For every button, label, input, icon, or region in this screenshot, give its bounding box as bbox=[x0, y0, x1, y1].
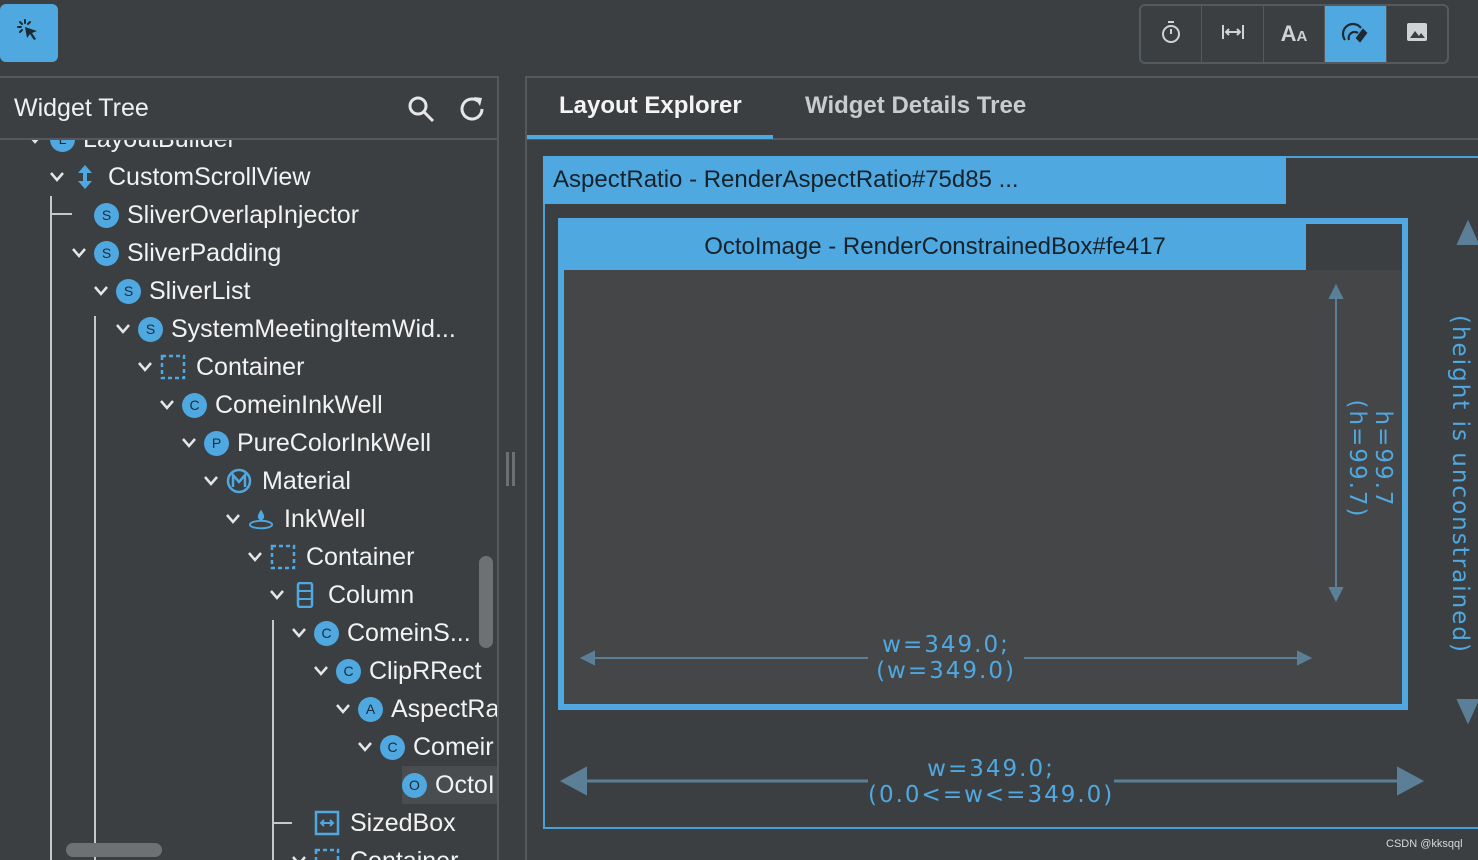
inner-width-label: w=349.0; (w=349.0) bbox=[868, 632, 1024, 684]
outer-width-line2: (0.0<=w<=349.0) bbox=[868, 782, 1115, 808]
inner-height-label: h=99.7 (h=99.7) bbox=[1344, 379, 1396, 539]
inner-height-line1: h=99.7 bbox=[1370, 410, 1396, 508]
inner-width-line2: (w=349.0) bbox=[876, 658, 1016, 684]
outer-width-line1: w=349.0; bbox=[927, 756, 1055, 782]
inner-width-line1: w=349.0; bbox=[882, 632, 1010, 658]
watermark: CSDN @kksqql bbox=[1386, 838, 1463, 850]
outer-height-label: (height is unconstrained) bbox=[1447, 315, 1473, 654]
inner-height-line2: (h=99.7) bbox=[1344, 399, 1370, 519]
dimension-arrows bbox=[559, 219, 1478, 796]
outer-width-label: w=349.0; (0.0<=w<=349.0) bbox=[868, 756, 1114, 808]
